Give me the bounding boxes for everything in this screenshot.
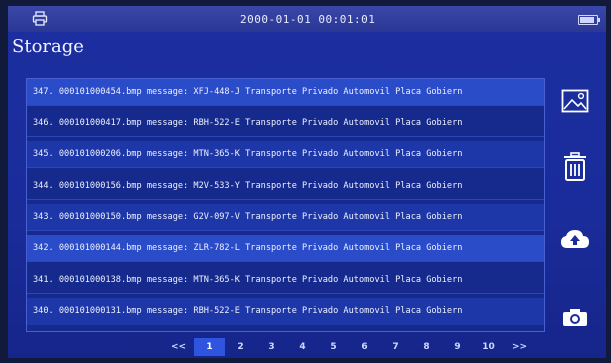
list-item-text: 347. 000101000454.bmp message: XFJ-448-J… <box>33 87 463 97</box>
device-screen: 2000-01-01 00:01:01 Storage 347. 0001010… <box>8 6 606 358</box>
page-10-button[interactable]: 10 <box>473 338 504 356</box>
list-item-text: 342. 000101000144.bmp message: ZLR-782-L… <box>33 243 463 253</box>
page-9-button[interactable]: 9 <box>442 338 473 356</box>
status-bar: 2000-01-01 00:01:01 <box>8 6 606 32</box>
list-item-text: 344. 000101000156.bmp message: M2V-533-Y… <box>33 181 463 191</box>
status-datetime: 2000-01-01 00:01:01 <box>240 13 376 26</box>
page-title: Storage <box>12 36 84 57</box>
pagination: << 1 2 3 4 5 6 7 8 9 10 >> <box>163 338 535 356</box>
list-item[interactable]: 343. 000101000150.bmp message: G2V-097-V… <box>27 204 544 231</box>
image-button[interactable] <box>560 86 590 116</box>
page-1-button[interactable]: 1 <box>194 338 225 356</box>
camera-button[interactable] <box>560 302 590 332</box>
page-8-button[interactable]: 8 <box>411 338 442 356</box>
list-item-text: 343. 000101000150.bmp message: G2V-097-V… <box>33 212 463 222</box>
page-5-button[interactable]: 5 <box>318 338 349 356</box>
page-3-button[interactable]: 3 <box>256 338 287 356</box>
upload-button[interactable] <box>560 224 590 254</box>
list-item[interactable]: 344. 000101000156.bmp message: M2V-533-Y… <box>27 173 544 200</box>
list-item[interactable]: 340. 000101000131.bmp message: RBH-522-E… <box>27 298 544 325</box>
delete-button[interactable] <box>560 152 590 182</box>
list-item[interactable]: 346. 000101000417.bmp message: RBH-522-E… <box>27 110 544 137</box>
list-item-text: 341. 000101000138.bmp message: MTN-365-K… <box>33 275 463 285</box>
trash-icon <box>564 152 586 181</box>
list-item[interactable]: 341. 000101000138.bmp message: MTN-365-K… <box>27 267 544 294</box>
file-list: 347. 000101000454.bmp message: XFJ-448-J… <box>26 78 545 332</box>
printer-icon <box>32 11 48 26</box>
next-page-button[interactable]: >> <box>504 338 535 356</box>
list-item-text: 340. 000101000131.bmp message: RBH-522-E… <box>33 306 463 316</box>
page-4-button[interactable]: 4 <box>287 338 318 356</box>
page-7-button[interactable]: 7 <box>380 338 411 356</box>
cloud-upload-icon <box>561 230 589 248</box>
image-icon <box>561 89 589 113</box>
page-2-button[interactable]: 2 <box>225 338 256 356</box>
page-6-button[interactable]: 6 <box>349 338 380 356</box>
list-item-text: 345. 000101000206.bmp message: MTN-365-K… <box>33 149 463 159</box>
prev-page-button[interactable]: << <box>163 338 194 356</box>
list-item[interactable]: 345. 000101000206.bmp message: MTN-365-K… <box>27 141 544 168</box>
list-item[interactable]: 347. 000101000454.bmp message: XFJ-448-J… <box>27 79 544 106</box>
list-item-text: 346. 000101000417.bmp message: RBH-522-E… <box>33 118 463 128</box>
list-item[interactable]: 342. 000101000144.bmp message: ZLR-782-L… <box>27 235 544 262</box>
camera-icon <box>563 309 587 326</box>
battery-icon <box>578 15 600 25</box>
